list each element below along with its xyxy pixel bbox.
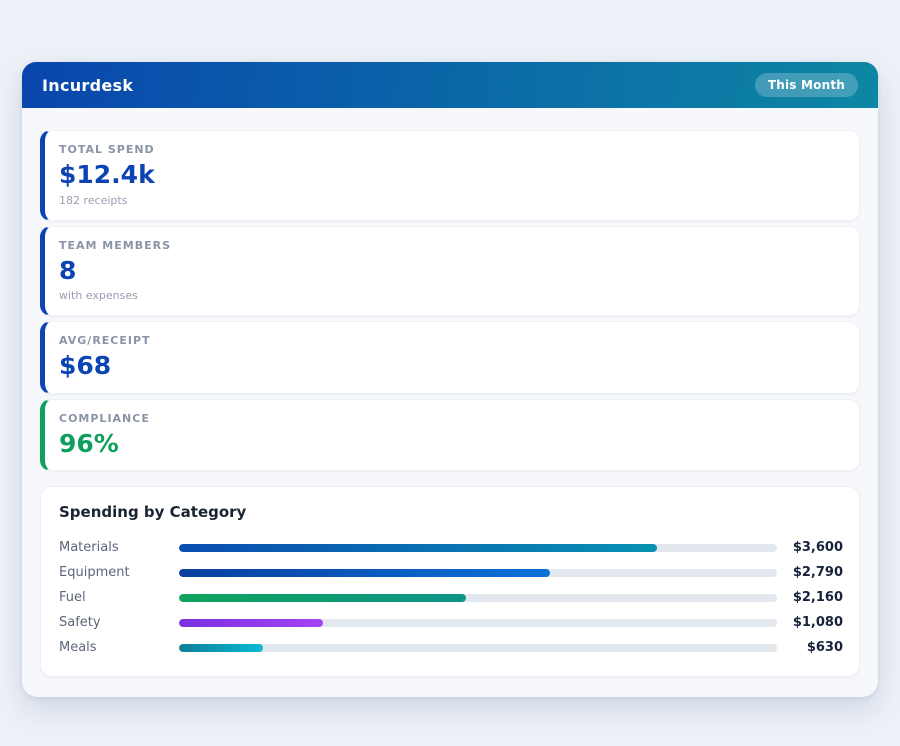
dashboard-container: Incurdesk This Month TOTAL SPEND $12.4k 18…	[22, 62, 878, 697]
category-value: $1,080	[792, 615, 843, 630]
chart-row: Safety $1,080	[59, 610, 843, 635]
bar-fill	[179, 643, 263, 652]
category-label: Equipment	[59, 565, 130, 580]
category-value: $3,600	[792, 540, 843, 555]
chart-row: Equipment $2,790	[59, 560, 843, 585]
bar-fill	[179, 618, 323, 627]
category-label: Meals	[59, 640, 97, 655]
bar-track	[179, 593, 777, 602]
stat-label: COMPLIANCE	[59, 411, 150, 425]
chart-title: Spending by Category	[59, 503, 247, 521]
stat-label: AVG/RECEIPT	[59, 334, 151, 347]
stat-value: 96%	[59, 428, 119, 458]
app-header: Incurdesk This Month	[22, 62, 878, 108]
bar-fill	[179, 593, 467, 602]
stat-label: TEAM MEMBERS	[59, 238, 172, 252]
stat-value: $68	[59, 351, 112, 380]
app-title: Incurdesk	[42, 75, 134, 95]
chart-card: Spending by Category Materials $3,600 Equi…	[40, 486, 860, 677]
chart-row: Meals $630	[59, 635, 843, 660]
stat-value: $12.4k	[59, 160, 155, 189]
category-label: Fuel	[59, 590, 86, 605]
stat-value: 8	[59, 255, 77, 285]
bar-fill	[179, 543, 658, 552]
chart-row: Materials $3,600	[59, 535, 843, 560]
category-value: $2,160	[792, 590, 843, 605]
stats-section: TOTAL SPEND $12.4k 182 receipts TEAM MEMBER…	[40, 130, 860, 471]
stat-label: TOTAL SPEND	[59, 143, 155, 156]
chart-rows: Materials $3,600 Equipment $2,790 Fuel $2,160…	[59, 535, 843, 660]
stat-card: TOTAL SPEND $12.4k 182 receipts	[40, 130, 860, 221]
bar-track	[179, 618, 777, 627]
stat-subtext: 182 receipts	[59, 193, 128, 207]
category-value: $2,790	[792, 565, 843, 580]
stat-card: TEAM MEMBERS 8 with expenses	[40, 225, 860, 316]
category-label: Materials	[59, 540, 119, 555]
category-value: $630	[806, 640, 843, 655]
bar-fill	[179, 568, 550, 577]
stat-card: COMPLIANCE 96%	[40, 398, 860, 471]
bar-track	[179, 568, 777, 577]
bar-track	[179, 543, 777, 552]
category-label: Safety	[59, 615, 101, 630]
content-area: TOTAL SPEND $12.4k 182 receipts TEAM MEMBER…	[22, 108, 878, 677]
period-badge-button[interactable]: This Month	[754, 73, 858, 97]
stat-subtext: with expenses	[59, 289, 138, 302]
bar-track	[179, 643, 777, 652]
chart-row: Fuel $2,160	[59, 585, 843, 610]
stat-card: AVG/RECEIPT $68	[40, 321, 860, 394]
page: { "header": { "title": "Incurdesk", "bad…	[0, 0, 900, 746]
